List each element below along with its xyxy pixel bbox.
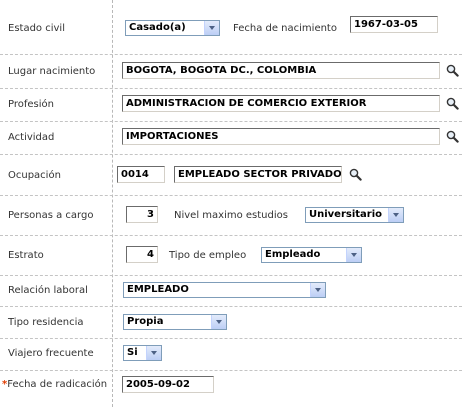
nivel-estudios-label: Nivel maximo estudios (174, 210, 288, 221)
relacion-laboral-select[interactable]: EMPLEADO (123, 282, 326, 298)
chevron-down-icon[interactable] (310, 283, 325, 297)
fecha-nacimiento-label: Fecha de nacimiento (233, 23, 337, 34)
fecha-radicacion-label-text: Fecha de radicación (7, 379, 108, 390)
row-divider (0, 195, 462, 196)
tipo-residencia-label: Tipo residencia (8, 317, 84, 328)
chevron-down-icon[interactable] (388, 208, 403, 222)
relacion-laboral-label: Relación laboral (8, 285, 88, 296)
fecha-radicacion-label: *Fecha de radicación (2, 379, 107, 391)
tipo-empleo-label: Tipo de empleo (169, 250, 247, 261)
estado-civil-select[interactable]: Casado(a) (125, 20, 220, 36)
fecha-nacimiento-input[interactable]: 1967-03-05 (350, 16, 438, 33)
row-divider (0, 275, 462, 276)
estrato-input[interactable]: 4 (126, 246, 158, 263)
row-divider (0, 370, 462, 371)
fecha-radicacion-input[interactable]: 2005-09-02 (122, 376, 214, 393)
client-details-form: Estado civil Casado(a) Fecha de nacimien… (0, 0, 468, 407)
magnifier-icon[interactable] (349, 168, 362, 181)
nivel-estudios-select[interactable]: Universitario (305, 207, 404, 223)
row-divider (0, 235, 462, 236)
row-divider (0, 54, 462, 55)
row-divider (0, 88, 462, 89)
ocupacion-label: Ocupación (8, 170, 61, 181)
row-divider (0, 338, 462, 339)
profesion-input[interactable]: ADMINISTRACION DE COMERCIO EXTERIOR (122, 95, 440, 112)
magnifier-icon[interactable] (446, 64, 459, 77)
estrato-label: Estrato (8, 250, 44, 261)
relacion-laboral-value: EMPLEADO (127, 284, 189, 295)
row-divider (0, 306, 462, 307)
viajero-frecuente-value: Si (127, 347, 138, 358)
actividad-input[interactable]: IMPORTACIONES (122, 128, 440, 145)
tipo-residencia-select[interactable]: Propia (123, 314, 227, 330)
ocupacion-description-input[interactable]: EMPLEADO SECTOR PRIVADO (174, 166, 342, 183)
estado-civil-value: Casado(a) (129, 22, 186, 33)
row-divider (0, 154, 462, 155)
chevron-down-icon[interactable] (146, 346, 161, 360)
chevron-down-icon[interactable] (204, 21, 219, 35)
viajero-frecuente-label: Viajero frecuente (8, 348, 94, 359)
nivel-estudios-value: Universitario (309, 209, 383, 220)
magnifier-icon[interactable] (446, 97, 459, 110)
viajero-frecuente-select[interactable]: Si (123, 345, 162, 361)
personas-cargo-label: Personas a cargo (8, 210, 94, 221)
chevron-down-icon[interactable] (346, 248, 361, 262)
profesion-label: Profesión (8, 99, 54, 110)
tipo-empleo-select[interactable]: Empleado (261, 247, 362, 263)
ocupacion-code-input[interactable]: 0014 (117, 166, 165, 183)
lugar-nacimiento-input[interactable]: BOGOTA, BOGOTA DC., COLOMBIA (122, 62, 440, 79)
actividad-label: Actividad (8, 132, 55, 143)
estado-civil-label: Estado civil (8, 23, 65, 34)
personas-cargo-input[interactable]: 3 (126, 206, 158, 223)
magnifier-icon[interactable] (446, 130, 459, 143)
column-divider (112, 0, 113, 407)
row-divider (0, 121, 462, 122)
tipo-residencia-value: Propia (127, 316, 164, 327)
lugar-nacimiento-label: Lugar nacimiento (8, 66, 96, 77)
tipo-empleo-value: Empleado (265, 249, 321, 260)
chevron-down-icon[interactable] (211, 315, 226, 329)
